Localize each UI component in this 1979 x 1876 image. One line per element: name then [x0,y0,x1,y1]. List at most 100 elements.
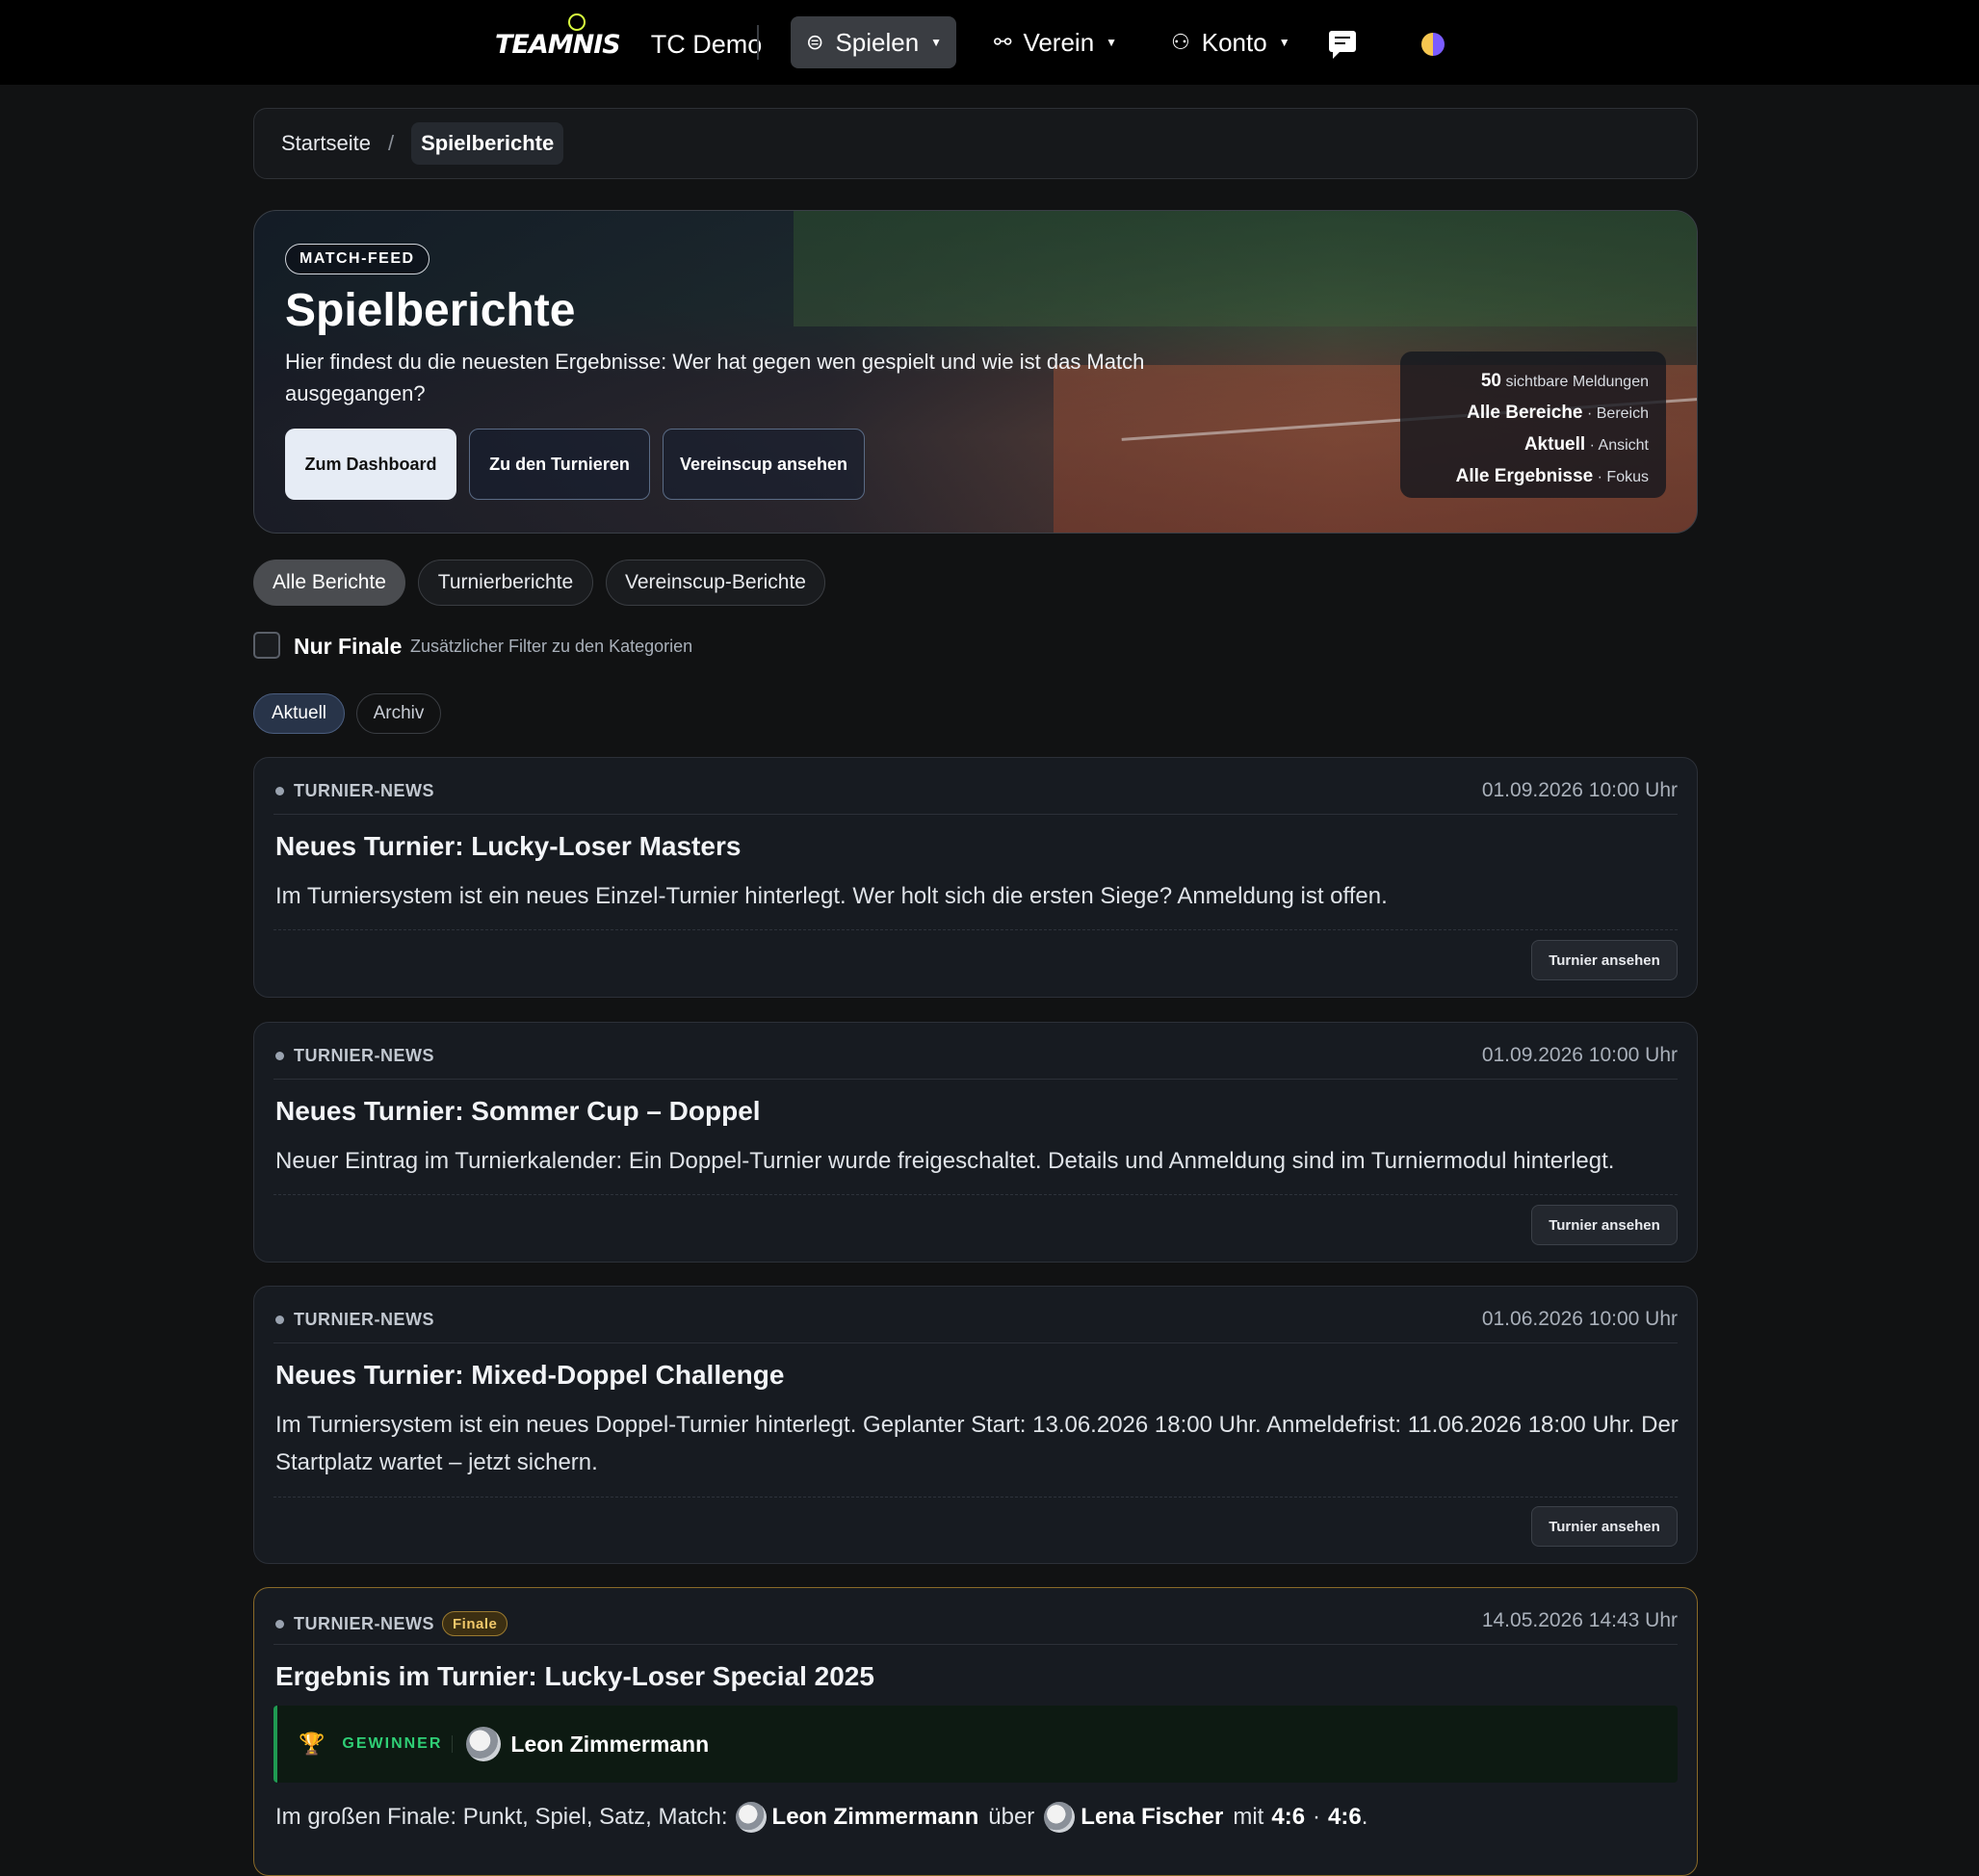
card-text: Im Turniersystem ist ein neues Doppel-Tu… [275,1412,1679,1475]
teamnis-logo: TEAMNIS [495,29,621,60]
view-tournament-button[interactable]: Turnier ansehen [1531,1506,1678,1547]
breadcrumb-current: Spielberichte [411,122,564,165]
stat-value: Alle Bereiche [1467,403,1583,423]
nav-spielen-dropdown[interactable]: ⊜ Spielen ▼ [791,16,956,68]
nav-spielen-label: Spielen [835,27,920,57]
caret-down-icon: ▼ [1106,36,1118,49]
report-card: TURNIER-NEWS 01.09.2026 10:00 Uhr Neues … [253,1022,1698,1263]
stat-value: 50 [1480,371,1501,391]
filter-vereinscup-reports[interactable]: Vereinscup-Berichte [606,560,825,606]
card-divider [273,1342,1678,1343]
card-divider [273,1079,1678,1080]
category-dot-icon [275,1052,284,1060]
vereinscup-button[interactable]: Vereinscup ansehen [663,429,865,500]
stat-value: Alle Ergebnisse [1455,466,1594,486]
report-card: TURNIER-NEWS 01.09.2026 10:00 Uhr Neues … [253,757,1698,998]
card-title: Neues Turnier: Lucky-Loser Masters [275,831,742,861]
hero-stats-panel: 50 sichtbare Meldungen Alle Bereiche · B… [1400,352,1666,498]
page-title: Spielberichte [285,285,576,336]
tennis-ball-icon [568,13,586,31]
card-divider [273,929,1678,930]
card-date: 14.05.2026 14:43 Uhr [1481,1609,1678,1631]
report-card-final: TURNIER-NEWS Finale 14.05.2026 14:43 Uhr… [253,1587,1698,1876]
winner-name[interactable]: Leon Zimmermann [510,1732,709,1758]
over-text: über [988,1804,1035,1830]
card-category: TURNIER-NEWS [275,1310,434,1330]
card-date: 01.09.2026 10:00 Uhr [1481,779,1678,801]
brand[interactable]: TEAMNIS TC Demo [495,13,763,67]
stat-label: · Fokus [1597,469,1649,485]
nav-divider [757,25,759,60]
category-dot-icon [275,1619,284,1628]
set-score: 4:6 [1328,1804,1362,1830]
messages-button[interactable] [1325,27,1360,59]
stat-label: · Bereich [1586,405,1649,422]
tournaments-button[interactable]: Zu den Turnieren [469,429,650,500]
card-category-label: TURNIER-NEWS [294,1310,434,1329]
chat-icon-line [1335,37,1350,39]
final-summary: Im großen Finale: Punkt, Spiel, Satz, Ma… [275,1802,1367,1833]
stat-value: Aktuell [1523,434,1586,455]
card-category: TURNIER-NEWS [275,1046,434,1066]
nav-verein-label: Verein [1023,27,1095,57]
user-icon: ⚇ [1171,30,1190,54]
card-title: Ergebnis im Turnier: Lucky-Loser Special… [275,1661,874,1691]
stat-visible-count: 50 sichtbare Meldungen [1418,365,1649,397]
tennis-ball-icon: ⊜ [806,30,824,54]
nav-verein-dropdown[interactable]: ⚯ Verein ▼ [978,16,1133,68]
caret-down-icon: ▼ [930,36,943,49]
stat-view: Aktuell · Ansicht [1418,429,1649,460]
hero-description: Hier findest du die neuesten Ergebnisse:… [285,350,1145,405]
hero-background-trees [794,211,1697,326]
card-text: Im Turniersystem ist ein neues Einzel-Tu… [275,883,1388,909]
chat-icon-line [1335,42,1345,44]
only-finals-checkbox[interactable] [253,632,280,659]
only-finals-label[interactable]: Nur Finale [294,634,402,660]
dashboard-button[interactable]: Zum Dashboard [285,429,456,500]
set-score: 4:6 [1271,1804,1306,1830]
card-divider [273,1194,1678,1195]
filter-tournament-reports[interactable]: Turnierberichte [418,560,593,606]
top-navbar: TEAMNIS TC Demo ⊜ Spielen ▼ ⚯ Verein ▼ ⚇… [0,0,1979,85]
card-category-label: TURNIER-NEWS [294,1046,434,1065]
theme-toggle-icon[interactable] [1421,33,1445,56]
card-divider [273,1644,1678,1645]
club-name: TC Demo [650,29,763,59]
card-category: TURNIER-NEWS Finale [275,1611,508,1636]
score-separator: · [1313,1804,1321,1830]
player-a-name[interactable]: Leon Zimmermann [772,1804,979,1831]
nav-konto-label: Konto [1201,27,1267,57]
player-b-name[interactable]: Lena Fischer [1081,1804,1223,1831]
report-card: TURNIER-NEWS 01.06.2026 10:00 Uhr Neues … [253,1286,1698,1564]
breadcrumb-separator: / [387,131,395,155]
breadcrumb-home-link[interactable]: Startseite [281,131,371,156]
final-prefix: Im großen Finale: Punkt, Spiel, Satz, Ma… [275,1804,728,1830]
caret-down-icon: ▼ [1278,36,1290,49]
trophy-icon: 🏆 [299,1732,325,1756]
rackets-icon: ⚯ [994,30,1012,54]
card-category-label: TURNIER-NEWS [294,1613,434,1633]
breadcrumb: Startseite / Spielberichte [253,108,1698,179]
card-title: Neues Turnier: Sommer Cup – Doppel [275,1096,761,1126]
nav-konto-dropdown[interactable]: ⚇ Konto ▼ [1156,16,1306,68]
view-archive-toggle[interactable]: Archiv [356,693,441,734]
avatar [466,1727,502,1761]
card-divider [273,1497,1678,1498]
avatar [735,1802,767,1833]
card-category: TURNIER-NEWS [275,781,434,801]
card-text: Neuer Eintrag im Turnierkalender: Ein Do… [275,1148,1615,1174]
card-category-label: TURNIER-NEWS [294,781,434,800]
filter-all-reports[interactable]: Alle Berichte [253,560,405,606]
view-tournament-button[interactable]: Turnier ansehen [1531,1205,1678,1245]
stat-label: · Ansicht [1589,437,1649,454]
only-finals-hint: Zusätzlicher Filter zu den Kategorien [410,637,693,656]
view-tournament-button[interactable]: Turnier ansehen [1531,940,1678,980]
stat-area: Alle Bereiche · Bereich [1418,397,1649,429]
card-title: Neues Turnier: Mixed-Doppel Challenge [275,1360,785,1390]
hero-badge: MATCH-FEED [285,244,430,274]
winner-label: GEWINNER [342,1735,454,1753]
finale-badge: Finale [442,1611,508,1636]
hero-banner: MATCH-FEED Spielberichte Hier findest du… [253,210,1698,534]
view-current-toggle[interactable]: Aktuell [253,693,345,734]
card-date: 01.06.2026 10:00 Uhr [1481,1308,1678,1330]
